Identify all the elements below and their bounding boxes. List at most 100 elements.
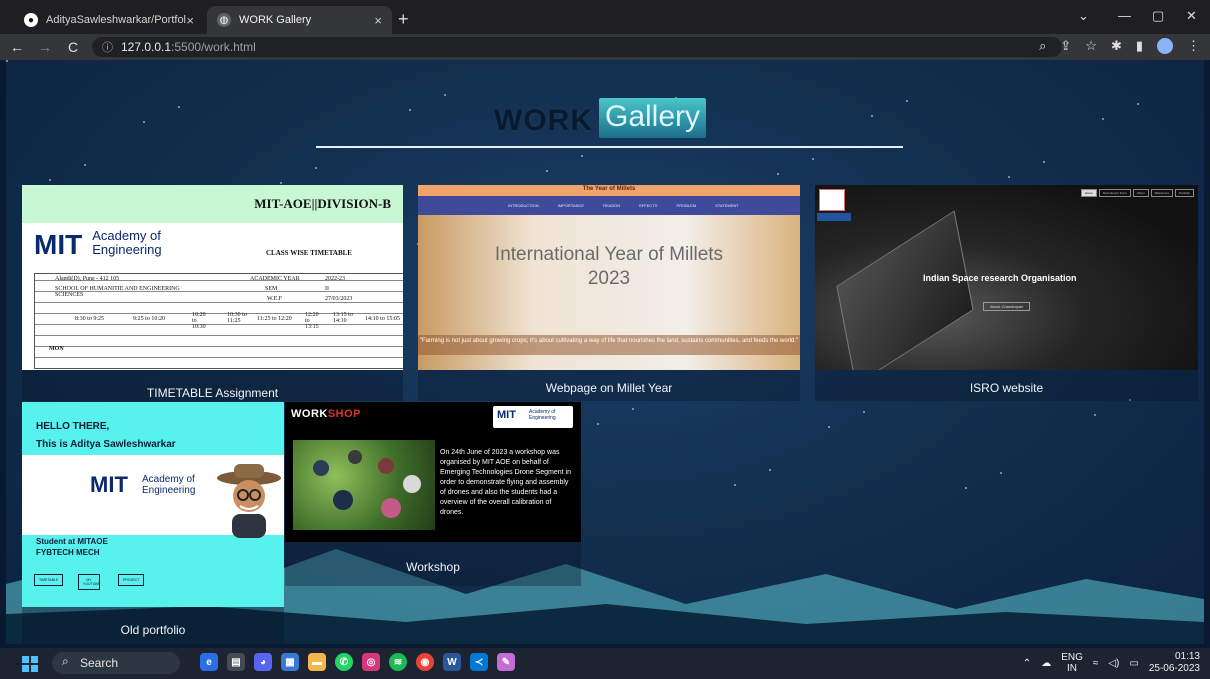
isro-menu: Home Recruitment Form About Milestones P… <box>1080 189 1194 197</box>
gallery-card-millets[interactable]: The Year of Millets INTRODUCTION IMPORTA… <box>418 185 800 401</box>
millets-quote: "Farming is not just about growing crops… <box>418 335 800 355</box>
minimize-button[interactable]: — <box>1118 8 1131 23</box>
discord-icon[interactable]: ◕ <box>254 653 272 671</box>
isro-heading: Indian Space research Organisation <box>923 273 1077 283</box>
extensions-icon[interactable]: ✱ <box>1111 38 1122 54</box>
address-bar[interactable]: ⓘ 127.0.0.1:5500/work.html <box>92 37 1062 57</box>
system-tray: ⌃ ☁ ENG IN ≈ ◁) ▭ 01:13 25-06-2023 <box>1023 651 1200 675</box>
language-indicator[interactable]: ENG IN <box>1061 652 1083 674</box>
toolbar-actions: ⌕ ⇪ ☆ ✱ ▮ ⋮ <box>1039 38 1200 54</box>
logo-mit-text: MIT <box>90 472 128 497</box>
reload-button[interactable]: C <box>62 39 84 55</box>
paint-icon[interactable]: ✎ <box>497 653 515 671</box>
timetable-cell: 14:10 to 15:05 <box>365 316 401 322</box>
isro-logo-text <box>817 213 851 221</box>
onedrive-icon[interactable]: ☁ <box>1041 658 1051 669</box>
new-tab-button[interactable]: + <box>398 9 409 30</box>
star <box>1094 414 1096 416</box>
task-view-icon[interactable]: ▤ <box>227 653 245 671</box>
store-icon[interactable]: ▦ <box>281 653 299 671</box>
star <box>84 164 86 166</box>
word-icon[interactable]: W <box>443 653 461 671</box>
isro-button: About Chandrayan <box>983 302 1031 311</box>
star <box>1000 472 1002 474</box>
star <box>863 411 865 413</box>
tab-close-icon[interactable]: × <box>374 13 382 28</box>
share-icon[interactable]: ⇪ <box>1060 38 1071 54</box>
timetable-cell: W.E.F <box>267 296 283 302</box>
timetable-subtitle: CLASS WISE TIMETABLE <box>266 249 352 257</box>
star <box>315 167 317 169</box>
star <box>1008 176 1010 178</box>
millets-headline: International Year of Millets 2023 <box>494 244 724 289</box>
menu-kebab-icon[interactable]: ⋮ <box>1187 38 1200 54</box>
star <box>812 158 814 160</box>
star <box>1137 103 1139 105</box>
card-caption: ISRO website <box>969 381 1044 395</box>
chrome-icon[interactable]: ◉ <box>416 653 434 671</box>
portfolio-youtube-button: MY YOUTUBE <box>78 574 100 590</box>
workshop-description: On 24th June of 2023 a workshop was orga… <box>440 449 572 516</box>
gallery-card-old-portfolio[interactable]: HELLO THERE, This is Aditya Sawleshwarkar… <box>22 402 284 644</box>
close-window-button[interactable]: ✕ <box>1186 8 1197 24</box>
old-portfolio-preview: HELLO THERE, This is Aditya Sawleshwarkar… <box>22 402 284 607</box>
whatsapp-icon[interactable]: ✆ <box>335 653 353 671</box>
isro-menu-item: Milestones <box>1150 189 1173 197</box>
portfolio-project-button: PROJECT <box>118 574 145 586</box>
spotify-icon[interactable]: ≋ <box>389 653 407 671</box>
instagram-icon[interactable]: ◎ <box>362 653 380 671</box>
maximize-button[interactable]: ▢ <box>1152 8 1164 24</box>
star <box>828 426 830 428</box>
windows-start-icon[interactable] <box>22 656 38 672</box>
forward-button[interactable]: → <box>34 39 56 55</box>
millets-menu: INTRODUCTION IMPORTANCE REASON EFFECTS P… <box>508 203 739 208</box>
star <box>777 173 779 175</box>
isro-menu-item: Portfolio <box>1174 189 1194 197</box>
star <box>965 487 967 489</box>
timetable-cell: II <box>325 286 329 292</box>
wifi-icon[interactable]: ≈ <box>1093 658 1099 669</box>
battery-icon[interactable]: ▭ <box>1129 658 1138 669</box>
vscode-icon[interactable]: ≺ <box>470 653 488 671</box>
profile-avatar[interactable] <box>1157 38 1173 54</box>
tab-title: WORK Gallery <box>239 14 312 26</box>
timetable-cell: 9:25 to 10:20 <box>133 316 166 322</box>
tab-search-button[interactable]: ⌄ <box>1078 8 1089 24</box>
taskbar-search[interactable]: ⌕ Search <box>52 652 180 674</box>
gallery-card-timetable[interactable]: MIT-AOE||DIVISION-B MIT Academy of Engine… <box>22 185 403 401</box>
tab-close-icon[interactable]: × <box>186 13 194 28</box>
star <box>280 182 282 184</box>
page-content: WORK Gallery MIT-AOE||DIVISION-B MIT Aca… <box>6 60 1204 644</box>
timetable-cell: 13:15 to 14:10 <box>333 312 353 324</box>
gallery-card-isro[interactable]: Home Recruitment Form About Milestones P… <box>815 185 1198 401</box>
edge-icon[interactable]: e <box>200 653 218 671</box>
isro-menu-item: About <box>1132 189 1149 197</box>
side-panel-icon[interactable]: ▮ <box>1136 38 1143 54</box>
timetable-cell: 8:30 to 9:25 <box>75 316 105 322</box>
isro-preview: Home Recruitment Form About Milestones P… <box>815 185 1198 370</box>
star <box>409 109 411 111</box>
chevron-up-icon[interactable]: ⌃ <box>1023 658 1031 669</box>
timetable-cell: 27/03/2023 <box>325 296 353 302</box>
workshop-photo <box>293 440 435 530</box>
search-icon: ⌕ <box>62 654 69 668</box>
star <box>6 60 8 62</box>
url-host: 127.0.0.1 <box>121 40 172 54</box>
tab-work-gallery[interactable]: ◍ WORK Gallery × <box>207 6 392 34</box>
timetable-cell: 11:25 to 12:20 <box>257 316 292 322</box>
clock[interactable]: 01:13 25-06-2023 <box>1149 651 1200 675</box>
gallery-card-workshop[interactable]: WORKSHOP MIT Academy of Engineering On 2… <box>285 402 581 586</box>
zoom-icon[interactable]: ⌕ <box>1039 38 1046 54</box>
card-caption: Webpage on Millet Year <box>545 381 673 395</box>
taskbar-pinned-apps: e ▤ ◕ ▦ ▬ ✆ ◎ ≋ ◉ W ≺ ✎ <box>200 653 515 671</box>
title-divider <box>316 146 903 148</box>
back-button[interactable]: ← <box>6 39 28 55</box>
bookmark-star-icon[interactable]: ☆ <box>1085 38 1097 54</box>
portfolio-greeting: HELLO THERE, This is Aditya Sawleshwarkar <box>36 421 176 450</box>
info-icon[interactable]: ⓘ <box>102 39 113 55</box>
tab-portfolio[interactable]: ● AdityaSawleshwarkar/Portfolio × <box>14 6 204 34</box>
logo-aoe-text: Academy of Engineering <box>529 409 556 421</box>
folder-icon[interactable]: ▬ <box>308 653 326 671</box>
satellite-image <box>836 210 974 370</box>
volume-icon[interactable]: ◁) <box>1108 658 1119 669</box>
